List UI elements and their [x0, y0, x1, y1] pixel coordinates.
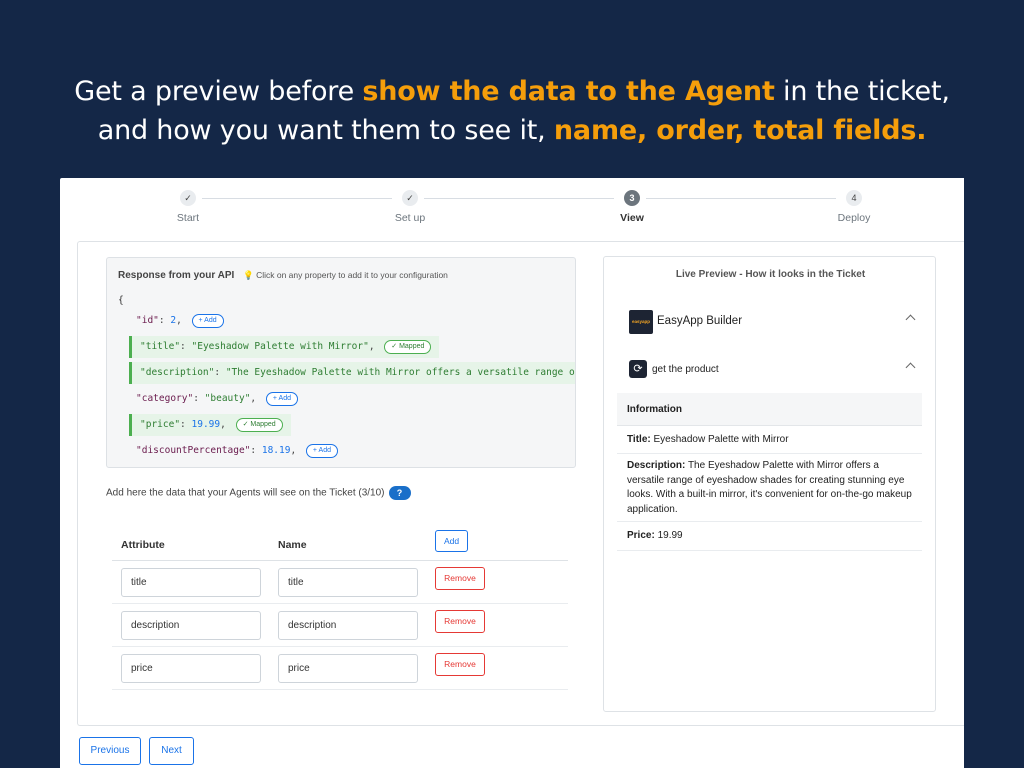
add-property-button[interactable]: + Add	[191, 313, 224, 328]
json-key: "title"	[140, 341, 181, 352]
step-connector	[202, 198, 392, 199]
name-input[interactable]: description	[278, 611, 418, 640]
remove-row-button[interactable]: Remove	[435, 567, 485, 590]
info-label: Price:	[627, 530, 655, 541]
json-key: "category"	[136, 393, 194, 404]
headline-text: and how you want them to see it,	[97, 115, 554, 146]
app-accordion-header[interactable]: easyapp EasyApp Builder	[629, 310, 916, 334]
headline: Get a preview before show the data to th…	[0, 72, 1024, 150]
table-header-divider	[112, 560, 568, 561]
step-connector	[646, 198, 836, 199]
json-key: "id"	[136, 315, 159, 326]
info-label: Description:	[627, 460, 686, 471]
add-row-button[interactable]: Add	[435, 530, 468, 552]
name-input[interactable]: title	[278, 568, 418, 597]
json-property-title[interactable]: "title": "Eyeshadow Palette with Mirror"…	[129, 336, 440, 358]
remove-row-button[interactable]: Remove	[435, 653, 485, 676]
add-property-button[interactable]: + Add	[265, 391, 298, 406]
step-label: View	[620, 212, 644, 224]
headline-line-1: Get a preview before show the data to th…	[0, 72, 1024, 111]
attribute-input[interactable]: title	[121, 568, 261, 597]
headline-text: Get a preview before	[74, 76, 363, 107]
step-deploy[interactable]: 4 Deploy	[814, 190, 894, 224]
headline-separator: .	[916, 115, 927, 146]
json-value: "The Eyeshadow Palette with Mirror offer…	[225, 367, 576, 378]
live-preview-title: Live Preview - How it looks in the Ticke…	[675, 269, 866, 280]
api-tip: 💡 Click on any property to add it to you…	[243, 270, 448, 280]
mapped-badge: ✓ Mapped	[384, 339, 432, 354]
name-input[interactable]: price	[278, 654, 418, 683]
headline-separator: ,	[637, 115, 657, 146]
info-value: Eyeshadow Palette with Mirror	[653, 434, 789, 445]
live-preview-card: Live Preview - How it looks in the Ticke…	[603, 256, 936, 712]
json-value: "Eyeshadow Palette with Mirror"	[191, 341, 369, 352]
step-label: Set up	[394, 212, 426, 224]
lightbulb-icon: 💡	[243, 270, 254, 280]
step-label: Start	[176, 212, 200, 224]
headline-highlight: name	[553, 115, 637, 146]
json-key: "discountPercentage"	[136, 445, 251, 456]
attribute-input[interactable]: description	[121, 611, 261, 640]
json-property-category[interactable]: "category": "beauty", + Add	[134, 389, 298, 409]
info-label: Title:	[627, 434, 651, 445]
wizard-panel: ✓ Start ✓ Set up 3 View 4 Deploy Respons…	[60, 178, 964, 768]
json-value: 19.99	[191, 419, 221, 430]
info-value: 19.99	[657, 530, 683, 541]
help-icon[interactable]: ?	[388, 486, 411, 500]
headline-highlight: total fields	[753, 115, 917, 146]
row-divider	[112, 689, 568, 690]
headline-separator: ,	[734, 115, 754, 146]
previous-button[interactable]: Previous	[79, 737, 141, 765]
remove-row-button[interactable]: Remove	[435, 610, 485, 633]
product-accordion-header[interactable]: ⟳ get the product	[629, 360, 916, 380]
next-button[interactable]: Next	[149, 737, 194, 765]
info-item-description: Description: The Eyeshadow Palette with …	[617, 454, 922, 522]
chevron-up-icon[interactable]	[905, 314, 916, 325]
mapped-badge: ✓ Mapped	[235, 417, 283, 432]
row-divider	[112, 603, 568, 604]
step-label: Deploy	[837, 212, 871, 224]
info-item-title: Title: Eyeshadow Palette with Mirror	[617, 427, 922, 454]
step-connector	[424, 198, 614, 199]
json-property-id[interactable]: "id": 2, + Add	[134, 311, 224, 331]
json-property-description[interactable]: "description": "The Eyeshadow Palette wi…	[129, 362, 576, 384]
step-number: 3	[624, 190, 640, 206]
json-key: "description"	[140, 367, 215, 378]
json-key: "price"	[140, 419, 181, 430]
product-label: get the product	[652, 364, 719, 375]
info-item-price: Price: 19.99	[617, 522, 922, 551]
api-response-header: Response from your API 💡 Click on any pr…	[118, 270, 448, 281]
app-name: EasyApp Builder	[657, 315, 743, 327]
easyapp-logo-icon: easyapp	[629, 310, 653, 334]
json-value: "beauty"	[204, 393, 251, 404]
stepper: ✓ Start ✓ Set up 3 View 4 Deploy	[60, 178, 964, 238]
column-header-name: Name	[278, 539, 307, 551]
headline-highlight: order	[656, 115, 735, 146]
step-number: 4	[846, 190, 862, 206]
check-icon: ✓	[180, 190, 196, 206]
json-property-price[interactable]: "price": 19.99, ✓ Mapped	[129, 414, 291, 436]
column-header-attribute: Attribute	[121, 539, 165, 551]
step-start[interactable]: ✓ Start	[148, 190, 228, 224]
json-property-discount-percentage[interactable]: "discountPercentage": 18.19, + Add	[134, 441, 339, 461]
row-divider	[112, 646, 568, 647]
headline-text: in the ticket,	[774, 76, 950, 107]
sync-icon: ⟳	[629, 360, 647, 378]
json-open-brace: {	[118, 295, 124, 306]
step-view[interactable]: 3 View	[592, 190, 672, 224]
step-setup[interactable]: ✓ Set up	[370, 190, 450, 224]
headline-line-2: and how you want them to see it, name, o…	[0, 111, 1024, 150]
attribute-input[interactable]: price	[121, 654, 261, 683]
api-tip-text: Click on any property to add it to your …	[256, 270, 448, 280]
chevron-up-icon[interactable]	[905, 362, 916, 373]
check-icon: ✓	[402, 190, 418, 206]
agents-info-text: Add here the data that your Agents will …	[106, 487, 385, 499]
json-value: 18.19	[261, 445, 291, 456]
add-property-button[interactable]: + Add	[305, 443, 339, 458]
headline-highlight: show the data to the Agent	[362, 76, 775, 107]
agents-info: Add here the data that your Agents will …	[106, 486, 411, 500]
api-response-box: Response from your API 💡 Click on any pr…	[106, 257, 576, 468]
information-header: Information	[617, 393, 922, 426]
api-response-title: Response from your API	[118, 270, 235, 281]
